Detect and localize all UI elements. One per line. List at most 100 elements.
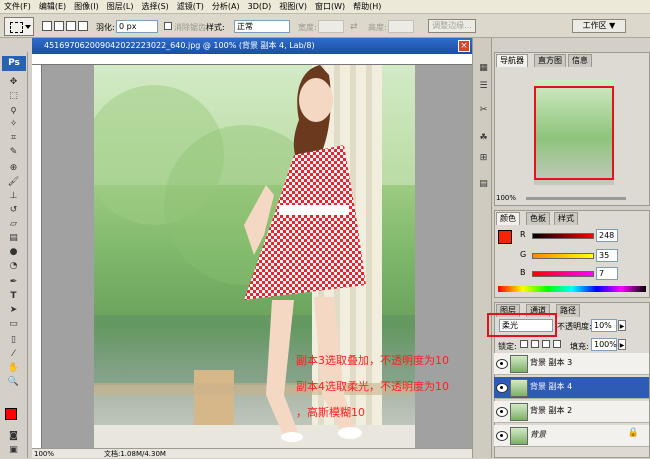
tab-info[interactable]: 信息 xyxy=(568,54,592,67)
lock-transparency-icon[interactable] xyxy=(520,340,528,348)
eye-icon[interactable] xyxy=(496,431,508,441)
color-spectrum-bar[interactable] xyxy=(498,286,646,292)
tool-presets-icon[interactable]: ✂ xyxy=(476,104,491,116)
opacity-slider-arrow-icon[interactable]: ▶ xyxy=(618,320,626,331)
eye-icon[interactable] xyxy=(496,359,508,369)
gradient-tool-icon[interactable]: ▤ xyxy=(6,232,21,244)
antialias-checkbox[interactable] xyxy=(164,22,172,30)
blur-tool-icon[interactable]: ● xyxy=(6,246,21,258)
navigator-zoom-slider[interactable] xyxy=(526,197,626,200)
shape-tool-icon[interactable]: ▭ xyxy=(6,318,21,330)
actions-icon[interactable]: ▤ xyxy=(476,178,491,190)
tab-color[interactable]: 颜色 xyxy=(496,212,520,225)
foreground-color-swatch[interactable] xyxy=(5,408,17,420)
menu-help[interactable]: 帮助(H) xyxy=(349,1,385,12)
layer-row[interactable]: 背景 🔒 xyxy=(494,425,649,447)
history-icon[interactable]: ☰ xyxy=(476,80,491,92)
magic-wand-tool-icon[interactable]: ✧ xyxy=(6,118,21,130)
b-label: B xyxy=(520,268,526,277)
style-select[interactable]: 正常 xyxy=(234,20,290,33)
menu-file[interactable]: 文件(F) xyxy=(0,1,35,12)
layer-row[interactable]: 背景 副本 2 xyxy=(494,401,649,423)
menu-view[interactable]: 视图(V) xyxy=(275,1,311,12)
marquee-tool-icon[interactable]: ⬚ xyxy=(6,90,21,102)
refine-edge-button[interactable]: 调整边缘... xyxy=(428,19,476,33)
layer-row[interactable]: 背景 副本 3 xyxy=(494,353,649,375)
fill-slider-arrow-icon[interactable]: ▶ xyxy=(618,339,626,350)
color-foreground-swatch[interactable] xyxy=(498,230,512,244)
eyedropper-tool-icon[interactable]: ✎ xyxy=(6,146,21,158)
type-tool-icon[interactable]: T xyxy=(6,290,21,302)
g-value-input[interactable]: 35 xyxy=(596,249,618,262)
annotation-line-3: ，高斯模糊10 xyxy=(296,406,365,419)
lasso-tool-icon[interactable]: ϙ xyxy=(6,104,21,116)
g-label: G xyxy=(520,250,527,259)
notes-tool-icon[interactable]: ▯ xyxy=(6,334,21,346)
menu-filter[interactable]: 滤镜(T) xyxy=(173,1,208,12)
menu-layer[interactable]: 图层(L) xyxy=(103,1,138,12)
menu-edit[interactable]: 编辑(E) xyxy=(35,1,70,12)
menu-image[interactable]: 图像(I) xyxy=(70,1,103,12)
menu-analysis[interactable]: 分析(A) xyxy=(208,1,244,12)
menu-select[interactable]: 选择(S) xyxy=(137,1,172,12)
ruler-vertical xyxy=(32,65,42,448)
rect-marquee-icon xyxy=(10,22,23,33)
r-value-input[interactable]: 248 xyxy=(596,229,618,242)
feather-input[interactable]: 0 px xyxy=(116,20,158,33)
brushes-icon[interactable]: ☘ xyxy=(476,132,491,144)
history-brush-tool-icon[interactable]: ↺ xyxy=(6,204,21,216)
fill-input[interactable]: 100% xyxy=(591,338,617,351)
opacity-input[interactable]: 10% xyxy=(591,319,617,332)
lock-pixels-icon[interactable] xyxy=(531,340,539,348)
eraser-tool-icon[interactable]: ▱ xyxy=(6,218,21,230)
tab-navigator[interactable]: 导航器 xyxy=(496,54,528,67)
workspace-button[interactable]: 工作区 ▼ xyxy=(572,19,626,33)
add-selection-icon[interactable] xyxy=(54,21,64,31)
menu-3d[interactable]: 3D(D) xyxy=(244,2,276,11)
navigator-zoom-value[interactable]: 100% xyxy=(496,194,516,202)
close-icon[interactable]: × xyxy=(458,40,470,52)
brush-tool-icon[interactable]: 🖌 xyxy=(6,176,21,188)
hand-tool-icon[interactable]: ✋ xyxy=(6,362,21,374)
width-label: 宽度: xyxy=(298,23,317,32)
b-slider[interactable] xyxy=(532,271,594,277)
pen-tool-icon[interactable]: ✒ xyxy=(6,276,21,288)
path-select-tool-icon[interactable]: ➤ xyxy=(6,304,21,316)
eye-icon[interactable] xyxy=(496,407,508,417)
b-value-input[interactable]: 7 xyxy=(596,267,618,280)
document-title[interactable]: 451697062009042022223022_640.jpg @ 100% … xyxy=(32,38,472,54)
lock-all-icon[interactable] xyxy=(553,340,561,348)
navigator-view-box[interactable] xyxy=(534,86,614,180)
swap-icon[interactable]: ⇄ xyxy=(350,22,358,32)
layer-comps-icon[interactable]: ▦ xyxy=(476,62,491,74)
zoom-tool-icon[interactable]: 🔍 xyxy=(6,376,21,388)
subtract-selection-icon[interactable] xyxy=(66,21,76,31)
height-input[interactable] xyxy=(388,20,414,33)
healing-brush-tool-icon[interactable]: ⊕ xyxy=(6,162,21,174)
lock-position-icon[interactable] xyxy=(542,340,550,348)
r-label: R xyxy=(520,230,526,239)
tab-histogram[interactable]: 直方图 xyxy=(534,54,566,67)
width-input[interactable] xyxy=(318,20,344,33)
new-selection-icon[interactable] xyxy=(42,21,52,31)
menu-window[interactable]: 窗口(W) xyxy=(311,1,349,12)
intersect-selection-icon[interactable] xyxy=(78,21,88,31)
layer-name: 背景 副本 4 xyxy=(530,382,573,391)
g-slider[interactable] xyxy=(532,253,594,259)
eyedropper-sample-tool-icon[interactable]: ⁄ xyxy=(6,348,21,360)
screen-mode-icon[interactable]: ▣ xyxy=(6,444,21,456)
layer-row-selected[interactable]: 背景 副本 4 xyxy=(494,377,649,399)
layer-name: 背景 副本 3 xyxy=(530,358,573,367)
tab-swatches[interactable]: 色板 xyxy=(526,212,550,225)
tab-paths[interactable]: 路径 xyxy=(556,304,580,317)
stamp-tool-icon[interactable]: ⊥ xyxy=(6,190,21,202)
tab-styles[interactable]: 样式 xyxy=(554,212,578,225)
eye-icon[interactable] xyxy=(496,383,508,393)
crop-tool-icon[interactable]: ⌗ xyxy=(6,132,21,144)
r-slider[interactable] xyxy=(532,233,594,239)
quick-mask-icon[interactable]: ◙ xyxy=(6,430,21,442)
tool-preset-picker[interactable] xyxy=(4,17,34,36)
move-tool-icon[interactable]: ✥ xyxy=(6,76,21,88)
clone-source-icon[interactable]: ⊞ xyxy=(476,152,491,164)
dodge-tool-icon[interactable]: ◔ xyxy=(6,260,21,272)
